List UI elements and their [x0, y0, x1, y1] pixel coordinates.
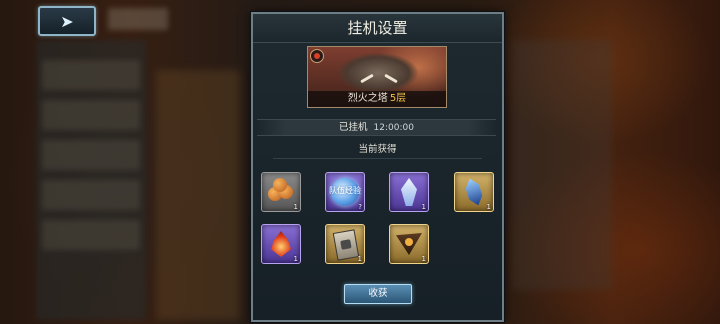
back-button[interactable]: ➤	[38, 6, 96, 36]
triangle-item[interactable]: 1	[389, 224, 429, 264]
back-arrow-icon: ➤	[60, 11, 74, 31]
idle-status-label: 已挂机	[339, 122, 368, 133]
item-count: 1	[486, 203, 491, 211]
blue-gem-item[interactable]: 1	[454, 172, 494, 212]
crystal-item[interactable]: 1	[389, 172, 429, 212]
team-exp-item[interactable]: 队伍经验 ?	[325, 172, 365, 212]
item-count: 1	[293, 203, 298, 211]
item-count: ?	[358, 203, 362, 211]
background-title	[108, 8, 168, 30]
stage-badge-icon	[310, 49, 324, 63]
stage-label: 烈火之塔 5层	[308, 91, 446, 107]
idle-settings-dialog: 挂机设置 烈火之塔 5层 已挂机 12:00:00 当前获得 1 队伍经验 ? 1 …	[251, 12, 504, 322]
idle-status-bar: 已挂机 12:00:00	[257, 119, 496, 136]
stage-name: 烈火之塔	[347, 93, 388, 104]
blue-gem-icon	[463, 177, 485, 208]
item-count: 1	[357, 255, 362, 263]
card-item[interactable]: 1	[325, 224, 365, 264]
dialog-title: 挂机设置	[253, 14, 502, 43]
fire-item[interactable]: 1	[261, 224, 301, 264]
boar-illustration	[338, 53, 418, 93]
food-item[interactable]: 1	[261, 172, 301, 212]
team-exp-text: 队伍经验	[329, 186, 361, 195]
idle-timer: 12:00:00	[373, 123, 414, 133]
triangle-relic-icon	[396, 233, 422, 255]
item-count: 1	[421, 255, 426, 263]
item-count: 1	[421, 203, 426, 211]
item-count: 1	[293, 255, 298, 263]
fire-crystal-icon	[271, 231, 291, 257]
card-icon	[332, 229, 360, 261]
food-icon	[273, 178, 287, 192]
claim-button[interactable]: 收获	[344, 284, 412, 304]
rewards-title: 当前获得	[273, 142, 482, 159]
stage-card[interactable]: 烈火之塔 5层	[307, 46, 447, 108]
crystal-icon	[401, 178, 417, 206]
stage-floor: 5层	[389, 93, 407, 104]
